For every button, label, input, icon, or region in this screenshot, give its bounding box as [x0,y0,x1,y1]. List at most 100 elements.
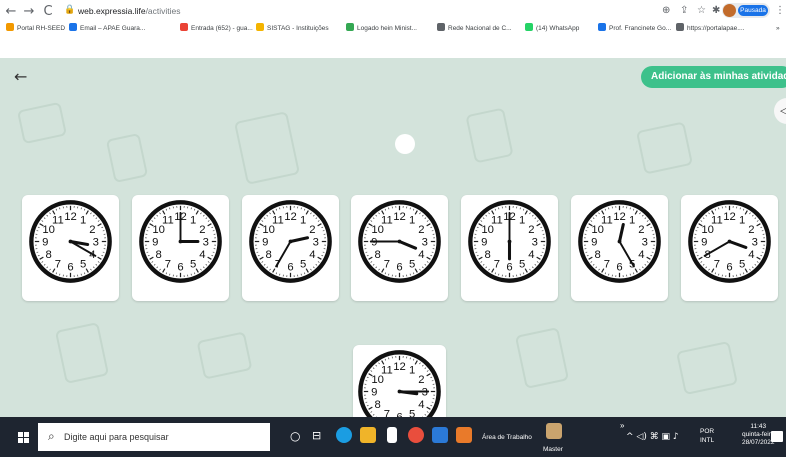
clock-center [178,239,183,244]
clock-option-card[interactable]: 121234567891011 [22,195,119,301]
clock-numeral: 9 [371,386,377,398]
search-placeholder: Digite aqui para pesquisar [64,432,169,442]
bookmark-favicon-icon [676,23,684,31]
bookmark-item[interactable]: Portal RH-SEED [6,23,65,35]
background-doodle [233,111,301,185]
background-doodle [196,331,253,380]
clock-numeral: 8 [46,249,52,261]
clock-numeral: 8 [266,249,272,261]
clock-option-card[interactable]: 121234567891011 [132,195,229,301]
clock-numeral: 12 [64,211,77,223]
clock-numeral: 5 [519,258,525,270]
clock-numeral: 2 [418,374,424,386]
clock-numeral: 1 [80,215,86,227]
answer-clock-card[interactable]: 121234567891011 [353,345,446,417]
back-nav-button[interactable]: ← [4,4,18,20]
notepad-icon[interactable] [387,427,397,443]
clock-option-card[interactable]: 121234567891011 [681,195,778,301]
bookmark-label: SISTAG - Instituições [267,25,329,32]
search-icon: ⌕ [48,429,55,443]
clock-option-card[interactable]: 121234567891011 [242,195,339,301]
lock-icon: 🔒 [64,5,76,15]
clock-option-card[interactable]: 121234567891011 [351,195,448,301]
master-folder-icon[interactable] [546,423,562,439]
bookmark-item[interactable]: Email – APAE Guara... [69,23,145,35]
app-icon[interactable] [456,427,472,443]
language-label[interactable]: POR [700,428,714,435]
bookmark-label: Portal RH-SEED [17,25,66,32]
back-arrow-icon[interactable]: ← [14,67,27,86]
translate-icon[interactable]: ⊕ [662,4,670,18]
address-bar[interactable]: 🔒 web.expressia.life/activities [64,2,484,21]
layout-label[interactable]: INTL [700,437,714,444]
clock-numeral: 12 [393,211,406,223]
background-doodle [514,327,570,389]
desktop-label[interactable]: Área de Trabalho [482,434,532,441]
edge-icon[interactable] [336,427,352,443]
chrome-icon[interactable] [408,427,424,443]
star-icon[interactable]: ☆ [697,4,706,18]
menu-icon[interactable]: ⋮ [775,4,785,18]
clock-option-card[interactable]: 121234567891011 [461,195,558,301]
bookmark-item[interactable]: Rede Nacional de C... [437,23,512,35]
windows-start-icon[interactable] [18,432,29,443]
taskbar-clock[interactable]: 11:43 quinta-feira 28/07/2022 [742,423,775,447]
clock-numeral: 3 [93,236,99,248]
clock-numeral: 4 [748,249,754,261]
master-label[interactable]: Master [543,446,563,453]
bookmark-favicon-icon [180,23,188,31]
cortana-icon[interactable]: ○ [290,429,300,443]
profile-button[interactable]: Pausada [722,3,770,18]
bookmark-item[interactable]: SISTAG - Instituições [256,23,329,35]
bookmark-favicon-icon [437,23,445,31]
word-icon[interactable] [432,427,448,443]
clock-center [727,239,732,244]
bookmark-favicon-icon [256,23,264,31]
clock-center [617,239,622,244]
clock-numeral: 12 [393,361,406,373]
more-tray-icon[interactable]: » [620,421,624,430]
taskbar-search[interactable]: ⌕ Digite aqui para pesquisar [38,423,270,451]
clock-numeral: 2 [309,224,315,236]
clock-numeral: 5 [190,258,196,270]
clock-center [397,389,402,394]
background-doodle [105,132,149,184]
clock-numeral: 1 [409,365,415,377]
clock-numeral: 2 [638,224,644,236]
clock-option-card[interactable]: 121234567891011 [571,195,668,301]
clock-center [68,239,73,244]
clock-numeral: 1 [519,215,525,227]
clock-numeral: 3 [532,236,538,248]
bookmark-item[interactable]: Logado hein Minist... [346,23,417,35]
add-to-activities-button[interactable]: Adicionar às minhas atividades [641,66,786,88]
bookmark-label: Rede Nacional de C... [448,25,512,32]
notification-icon[interactable] [771,431,783,442]
bookmark-label: Email – APAE Guara... [80,25,146,32]
clock-numeral: 2 [89,224,95,236]
clock-numeral: 3 [313,236,319,248]
avatar [723,4,736,17]
clock-date: 28/07/2022 [742,439,775,446]
clock-numeral: 3 [752,236,758,248]
bookmark-item[interactable]: Prof. Francinete Go... [598,23,671,35]
extensions-icon[interactable]: ✱ [712,4,720,18]
clock-center [507,239,512,244]
clock-numeral: 4 [418,399,424,411]
bookmark-item[interactable]: (14) WhatsApp [525,23,579,35]
clock-numeral: 12 [723,211,736,223]
reload-button[interactable]: C [41,4,55,20]
clock-numeral: 9 [152,236,158,248]
tray-icons[interactable]: ^ ◁) ⌘ ▣ ♪ [626,432,679,442]
clock-numeral: 8 [375,399,381,411]
share-icon[interactable]: ⇪ [680,4,688,18]
clock-numeral: 11 [601,215,613,227]
clock-weekday: quinta-feira [742,431,775,438]
bookmark-item[interactable]: https://portalapae.... [676,23,744,35]
clock-time: 11:43 [750,423,767,430]
file-explorer-icon[interactable] [360,427,376,443]
clock-numeral: 11 [272,215,284,227]
clock-numeral: 12 [613,211,626,223]
bookmark-item[interactable]: Entrada (652) - gua... [180,23,253,35]
forward-nav-button[interactable]: → [22,4,36,20]
bookmarks-more-icon[interactable]: » [776,23,780,35]
